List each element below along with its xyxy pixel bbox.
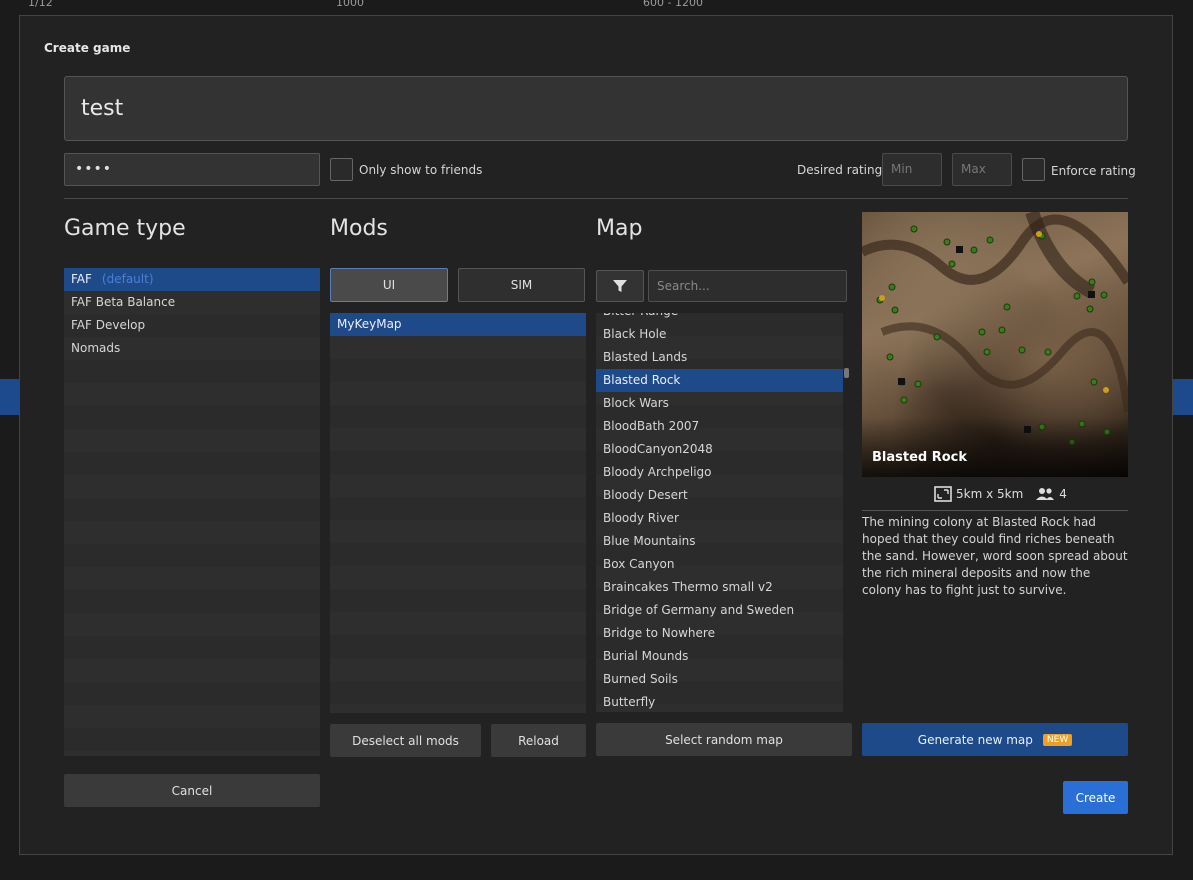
- bg-col-3: 600 - 1200: [643, 0, 703, 9]
- map-list-item[interactable]: Braincakes Thermo small v2: [596, 576, 843, 599]
- map-list-item[interactable]: Blue Mountains: [596, 530, 843, 553]
- game-name-input[interactable]: test: [64, 76, 1128, 141]
- map-list-item[interactable]: Bloody Desert: [596, 484, 843, 507]
- only-friends-label: Only show to friends: [359, 163, 483, 177]
- filter-button[interactable]: [596, 270, 644, 302]
- max-rating-input[interactable]: Max: [952, 153, 1012, 186]
- list-item-label: FAF: [71, 272, 92, 286]
- header-divider: [64, 198, 1128, 199]
- generate-label: Generate new map: [917, 732, 1033, 747]
- map-list: Bitter RangeBlack HoleBlasted LandsBlast…: [596, 313, 843, 712]
- game-type-list: FAF (default) FAF Beta Balance FAF Develo…: [64, 268, 320, 756]
- new-badge: NEW: [1042, 733, 1073, 746]
- map-list-item[interactable]: Blasted Lands: [596, 346, 843, 369]
- map-list-item[interactable]: Box Canyon: [596, 553, 843, 576]
- map-list-item[interactable]: Block Wars: [596, 392, 843, 415]
- map-list-item[interactable]: Burned Soils: [596, 668, 843, 691]
- mods-list: MyKeyMap: [330, 313, 586, 713]
- bg-col-2: 1000: [336, 0, 364, 9]
- desired-rating-label: Desired rating: [797, 163, 883, 177]
- tab-sim-mods[interactable]: SIM: [458, 268, 585, 302]
- map-search-input[interactable]: Search...: [648, 270, 847, 302]
- generate-new-map-button[interactable]: Generate new map NEW: [862, 723, 1128, 756]
- map-list-item[interactable]: Butterfly: [596, 691, 843, 712]
- deselect-all-mods-button[interactable]: Deselect all mods: [330, 724, 481, 757]
- preview-map-name: Blasted Rock: [872, 450, 968, 465]
- background-table-header: 1/12 1000 600 - 1200: [0, 0, 1193, 12]
- mod-item[interactable]: MyKeyMap: [330, 313, 586, 336]
- filter-icon: [613, 280, 627, 292]
- map-info: 5km x 5km 4: [934, 486, 1067, 502]
- create-button[interactable]: Create: [1063, 781, 1128, 814]
- min-rating-input[interactable]: Min: [882, 153, 942, 186]
- map-size-icon: [934, 486, 952, 502]
- players-icon: [1036, 488, 1055, 500]
- map-list-item[interactable]: Blasted Rock: [596, 369, 843, 392]
- cancel-button[interactable]: Cancel: [64, 774, 320, 807]
- enforce-rating-checkbox[interactable]: [1022, 158, 1045, 181]
- game-type-title: Game type: [64, 216, 186, 241]
- map-list-item[interactable]: Black Hole: [596, 323, 843, 346]
- create-game-dialog: Create game test •••• Only show to frien…: [19, 15, 1173, 855]
- map-list-item[interactable]: Bridge of Germany and Sweden: [596, 599, 843, 622]
- preview-shade: [862, 417, 1128, 477]
- map-list-item[interactable]: Burial Mounds: [596, 645, 843, 668]
- bg-col-1: 1/12: [28, 0, 53, 9]
- map-preview: Blasted Rock: [862, 212, 1128, 477]
- game-type-item-faf[interactable]: FAF (default): [64, 268, 320, 291]
- map-list-item[interactable]: Bitter Range: [596, 313, 843, 323]
- reload-mods-button[interactable]: Reload: [491, 724, 586, 757]
- map-list-item[interactable]: BloodBath 2007: [596, 415, 843, 438]
- map-list-scrollbar[interactable]: [844, 368, 849, 378]
- select-random-map-button[interactable]: Select random map: [596, 723, 852, 756]
- password-input[interactable]: ••••: [64, 153, 320, 186]
- mods-title: Mods: [330, 216, 388, 241]
- map-description: The mining colony at Blasted Rock had ho…: [862, 515, 1128, 597]
- default-tag: (default): [101, 272, 154, 286]
- dialog-title: Create game: [44, 41, 131, 55]
- map-title: Map: [596, 216, 643, 241]
- player-count: 4: [1059, 487, 1067, 501]
- description-divider: [862, 510, 1128, 511]
- map-list-item[interactable]: Bloody River: [596, 507, 843, 530]
- map-list-item[interactable]: Bloody Archpeligo: [596, 461, 843, 484]
- map-list-item[interactable]: Bridge to Nowhere: [596, 622, 843, 645]
- game-type-item-beta[interactable]: FAF Beta Balance: [64, 291, 320, 314]
- map-list-item[interactable]: BloodCanyon2048: [596, 438, 843, 461]
- tab-ui-mods[interactable]: UI: [330, 268, 448, 302]
- bg-selected-row: [1171, 379, 1193, 415]
- enforce-rating-label: Enforce rating: [1051, 164, 1136, 178]
- game-type-item-develop[interactable]: FAF Develop: [64, 314, 320, 337]
- only-friends-checkbox[interactable]: [330, 158, 353, 181]
- game-type-item-nomads[interactable]: Nomads: [64, 337, 320, 360]
- map-size: 5km x 5km: [956, 487, 1024, 501]
